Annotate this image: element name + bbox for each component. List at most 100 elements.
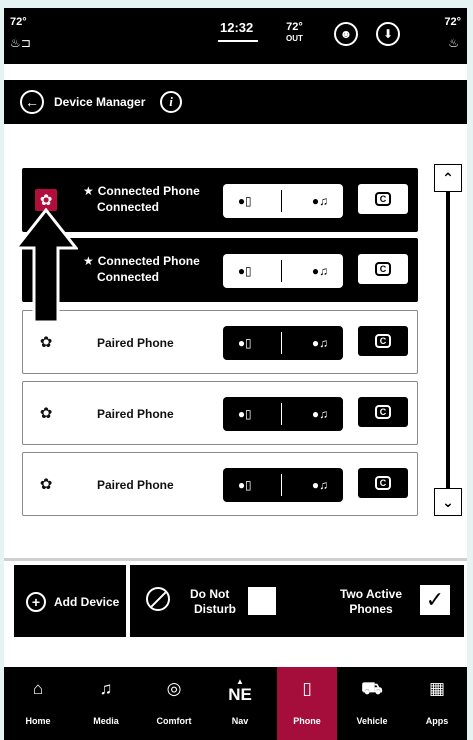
gear-icon[interactable]: ✿ — [35, 331, 57, 353]
carplay-icon: C — [375, 334, 391, 348]
device-label: ★ Connected Phone Connected — [83, 253, 233, 285]
phone-profile-icon[interactable]: ●▯ — [238, 194, 252, 208]
two-line-1: Two Active — [339, 587, 402, 601]
nav-comfort[interactable]: ◎ Comfort — [144, 667, 204, 740]
device-name: Connected Phone — [97, 184, 200, 198]
nav-nav[interactable]: ▲ NE Nav — [212, 667, 268, 740]
nav-label: Home — [25, 716, 51, 726]
profile-toggle[interactable]: ●▯ ●♫ — [223, 254, 343, 288]
music-profile-icon[interactable]: ●♫ — [312, 194, 328, 208]
clock-underline — [218, 40, 258, 42]
device-status: Connected — [97, 200, 160, 214]
dnd-line-2: Disturb — [194, 602, 236, 616]
nav-label: Media — [93, 716, 119, 726]
nav-label: Nav — [231, 716, 249, 726]
music-icon: ♫ — [99, 679, 113, 698]
page-header: ← Device Manager i — [4, 80, 467, 124]
nav-phone[interactable]: ▯ Phone — [277, 667, 337, 740]
phone-profile-icon[interactable]: ●▯ — [238, 407, 252, 421]
carplay-button[interactable]: C — [358, 254, 408, 284]
outside-temperature: 72° OUT — [286, 22, 303, 44]
seat-heat-right-icon[interactable]: ♨ — [448, 36, 459, 50]
scroll-up-button[interactable]: ⌃ — [434, 164, 462, 192]
gear-icon[interactable]: ✿ — [35, 473, 57, 495]
download-icon[interactable]: ⬇ — [376, 22, 400, 46]
clock: 12:32 — [220, 20, 254, 35]
carplay-icon: C — [375, 262, 391, 276]
carplay-icon: C — [375, 405, 391, 419]
page-title: Device Manager — [54, 95, 146, 109]
carplay-button[interactable]: C — [358, 397, 408, 427]
carplay-button[interactable]: C — [358, 184, 408, 214]
two-line-2: Phones — [349, 602, 393, 616]
device-status: Connected — [97, 270, 160, 284]
nav-media[interactable]: ♫ Media — [78, 667, 134, 740]
nav-vehicle[interactable]: ⛟ Vehicle — [344, 667, 400, 740]
device-row[interactable]: ✿ Paired Phone ●▯ ●♫ C — [22, 381, 418, 445]
device-row[interactable]: ✿ ★Connected Phone Connected ●▯ ●♫ C — [22, 168, 418, 232]
car-icon: ⛟ — [361, 679, 383, 698]
nav-label: Phone — [293, 716, 321, 726]
profile-toggle[interactable]: ●▯ ●♫ — [223, 326, 343, 360]
phone-profile-icon[interactable]: ●▯ — [238, 264, 252, 278]
carplay-button[interactable]: C — [358, 326, 408, 356]
do-not-disturb-icon — [146, 587, 170, 611]
nav-label: Comfort — [156, 716, 192, 726]
music-profile-icon[interactable]: ●♫ — [312, 407, 328, 421]
apps-grid-icon: ▦ — [428, 679, 446, 698]
right-temperature[interactable]: 72° — [444, 16, 461, 28]
compass-icon: ▲ NE — [228, 677, 252, 705]
heading-label: NE — [228, 685, 252, 704]
music-profile-icon[interactable]: ●♫ — [312, 264, 328, 278]
divider — [281, 260, 283, 282]
nav-apps[interactable]: ▦ Apps — [409, 667, 465, 740]
phone-profile-icon[interactable]: ●▯ — [238, 336, 252, 350]
scroll-down-button[interactable]: ⌄ — [434, 488, 462, 516]
carplay-button[interactable]: C — [358, 468, 408, 498]
gear-icon[interactable]: ✿ — [35, 402, 57, 424]
climate-icon: ◎ — [166, 679, 182, 698]
info-icon[interactable]: i — [160, 91, 182, 113]
plus-icon: + — [26, 592, 46, 612]
music-profile-icon[interactable]: ●♫ — [312, 336, 328, 350]
outside-temp-value: 72° — [286, 21, 303, 33]
outside-temp-label: OUT — [286, 34, 303, 43]
nav-home[interactable]: ⌂ Home — [10, 667, 66, 740]
do-not-disturb-checkbox[interactable] — [248, 587, 276, 615]
back-icon[interactable]: ← — [20, 90, 44, 114]
options-panel: Do Not Disturb Two Active Phones ✓ — [130, 565, 464, 637]
status-bar: 72° ♨⊐ 12:32 72° OUT ☻ ⬇ 72° ♨ — [4, 8, 467, 64]
do-not-disturb-label: Do Not Disturb — [190, 587, 250, 617]
divider — [281, 403, 283, 425]
profile-toggle[interactable]: ●▯ ●♫ — [223, 468, 343, 502]
arrow-up-callout-icon — [14, 208, 78, 324]
two-active-phones-label: Two Active Phones — [334, 587, 408, 617]
device-row[interactable]: ✿ Paired Phone ●▯ ●♫ C — [22, 310, 418, 374]
phone-profile-icon[interactable]: ●▯ — [238, 478, 252, 492]
carplay-icon: C — [375, 192, 391, 206]
carplay-icon: C — [375, 476, 391, 490]
action-bar: + Add Device Do Not Disturb Two Active P… — [4, 561, 467, 667]
profile-toggle[interactable]: ●▯ ●♫ — [223, 184, 343, 218]
scrollbar-track[interactable] — [446, 192, 450, 488]
user-profile-icon[interactable]: ☻ — [334, 22, 358, 46]
profile-toggle[interactable]: ●▯ ●♫ — [223, 397, 343, 431]
two-active-phones-checkbox[interactable]: ✓ — [420, 585, 450, 615]
phone-icon: ▯ — [302, 679, 312, 698]
device-name: Connected Phone — [97, 254, 200, 268]
checkmark-icon: ✓ — [425, 587, 445, 612]
divider — [281, 190, 283, 212]
device-row[interactable]: ✿ Paired Phone ●▯ ●♫ C — [22, 452, 418, 516]
device-row[interactable]: ✿ ★Connected Phone Connected ●▯ ●♫ C — [22, 238, 418, 302]
home-icon: ⌂ — [32, 679, 44, 698]
star-icon: ★ — [83, 184, 94, 198]
dnd-line-1: Do Not — [190, 587, 230, 601]
divider — [281, 474, 283, 496]
left-temperature[interactable]: 72° — [10, 16, 27, 28]
divider — [281, 332, 283, 354]
device-label: ★ Connected Phone Connected — [83, 183, 233, 215]
add-device-button[interactable]: + Add Device — [14, 565, 126, 637]
nav-label: Apps — [425, 716, 449, 726]
music-profile-icon[interactable]: ●♫ — [312, 478, 328, 492]
seat-heat-icon[interactable]: ♨⊐ — [10, 36, 31, 50]
